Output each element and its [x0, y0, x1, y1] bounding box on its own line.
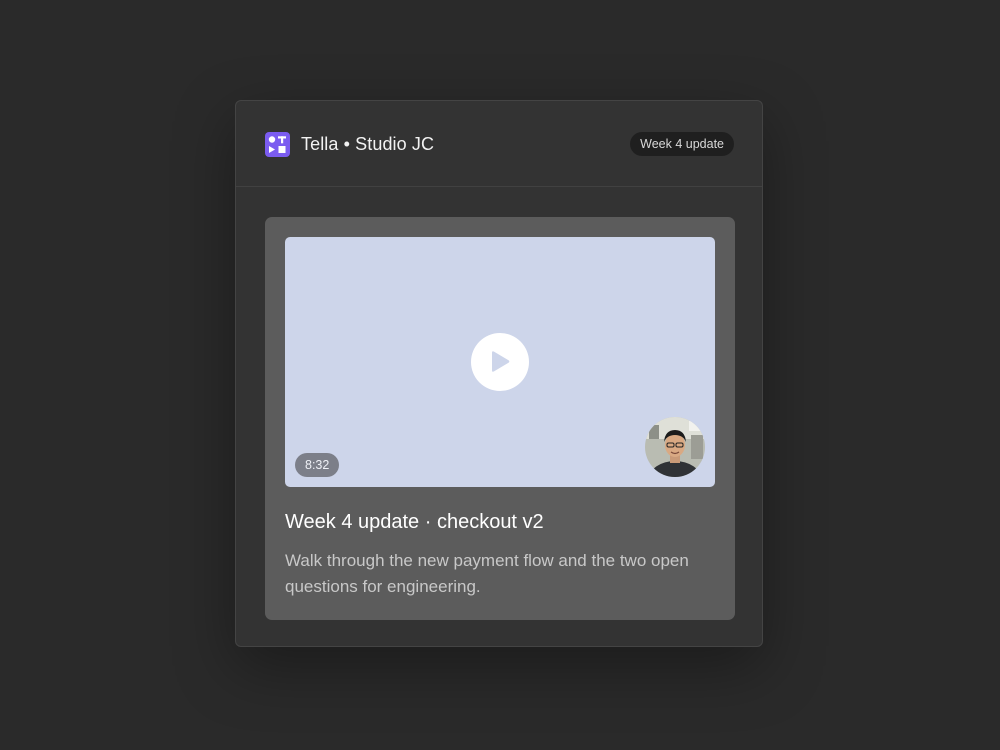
play-icon: [492, 351, 510, 372]
video-description: Walk through the new payment flow and th…: [285, 551, 689, 596]
video-player[interactable]: 8:32: [285, 237, 715, 487]
video-share-card: Tella • Studio JC Week 4 update 8:32 Wee…: [235, 100, 763, 647]
duration-badge: 8:32: [295, 453, 340, 477]
video-card[interactable]: 8:32 Week 4 update · checkout v2 Walk th…: [265, 217, 735, 620]
presenter-avatar: [645, 417, 705, 477]
update-badge: Week 4 update: [630, 132, 734, 156]
card-header: Tella • Studio JC Week 4 update: [236, 101, 762, 187]
play-button[interactable]: [471, 333, 529, 391]
tella-logo-icon: [265, 132, 290, 157]
video-title[interactable]: Week 4 update · checkout v2: [285, 511, 544, 534]
workspace-name: Tella • Studio JC: [301, 134, 435, 154]
